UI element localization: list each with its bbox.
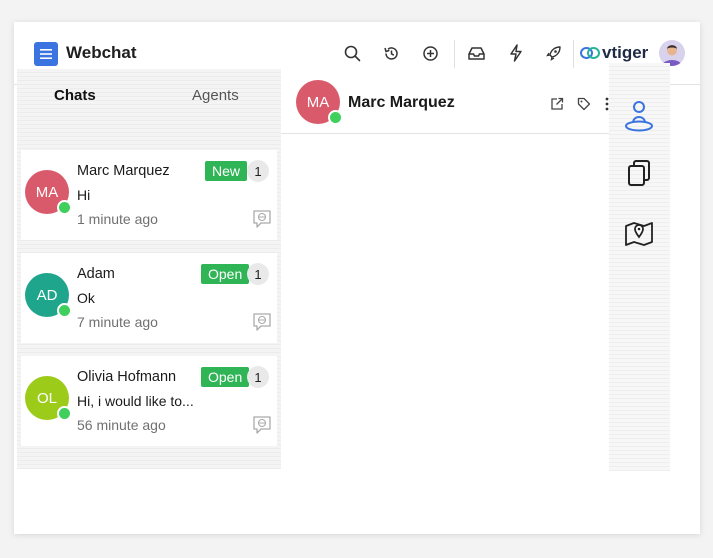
web-chat-icon xyxy=(252,312,272,332)
message-time: 1 minute ago xyxy=(77,211,158,227)
conversation-avatar: MA xyxy=(296,80,343,125)
online-indicator xyxy=(57,406,72,421)
inbox-icon[interactable] xyxy=(464,41,488,65)
message-time: 56 minute ago xyxy=(77,417,166,433)
last-message: Hi, i would like to... xyxy=(77,393,194,409)
last-message: Ok xyxy=(77,290,95,306)
search-icon[interactable] xyxy=(340,41,364,65)
history-icon[interactable] xyxy=(379,41,403,65)
flash-icon[interactable] xyxy=(504,41,528,65)
conversation-contact-name: Marc Marquez xyxy=(348,94,455,111)
open-external-icon[interactable] xyxy=(549,96,565,112)
contact-name: Adam xyxy=(77,266,115,282)
online-indicator xyxy=(57,303,72,318)
avatar-initials: MA xyxy=(306,93,330,111)
online-indicator xyxy=(57,200,72,215)
conversation-header: MA Marc Marquez xyxy=(281,69,609,134)
web-chat-icon xyxy=(252,415,272,435)
tab-chats[interactable]: Chats xyxy=(54,87,96,104)
contact-avatar: MA xyxy=(25,170,72,215)
status-badge: Open xyxy=(201,367,250,387)
right-sidebar xyxy=(609,63,670,471)
unread-count: 1 xyxy=(247,366,269,388)
avatar-initials: MA xyxy=(35,183,59,201)
chat-item[interactable]: AD Adam Ok 7 minute ago Open 1 xyxy=(21,253,277,343)
unread-count: 1 xyxy=(247,263,269,285)
message-time: 7 minute ago xyxy=(77,314,158,330)
rocket-icon[interactable] xyxy=(541,41,565,65)
web-chat-icon xyxy=(252,209,272,229)
status-badge: Open xyxy=(201,264,250,284)
last-message: Hi xyxy=(77,187,91,203)
add-icon[interactable] xyxy=(418,41,442,65)
tag-icon[interactable] xyxy=(576,96,592,112)
toolbar-divider xyxy=(454,40,455,68)
documents-icon[interactable] xyxy=(623,156,655,190)
brand-name: vtiger xyxy=(602,43,649,62)
menu-icon[interactable] xyxy=(34,42,58,66)
avatar-initials: AD xyxy=(36,286,58,304)
contact-icon[interactable] xyxy=(623,99,655,133)
status-badge: New xyxy=(205,161,248,181)
conversation-panel: MA Marc Marquez xyxy=(281,69,609,509)
chat-list-panel: Chats Agents MA Marc Marquez Hi 1 minute… xyxy=(17,69,281,469)
online-indicator xyxy=(328,110,343,125)
toolbar-divider xyxy=(573,40,574,68)
unread-count: 1 xyxy=(247,160,269,182)
tab-agents[interactable]: Agents xyxy=(192,87,239,104)
chat-item[interactable]: MA Marc Marquez Hi 1 minute ago New 1 xyxy=(21,150,277,240)
contact-name: Marc Marquez xyxy=(77,163,170,179)
avatar-initials: OL xyxy=(36,389,57,407)
app-title: Webchat xyxy=(66,43,137,62)
chat-tabs: Chats Agents xyxy=(17,69,281,123)
contact-name: Olivia Hofmann xyxy=(77,369,177,385)
contact-avatar: AD xyxy=(25,273,72,318)
contact-avatar: OL xyxy=(25,376,72,421)
chat-item[interactable]: OL Olivia Hofmann Hi, i would like to...… xyxy=(21,356,277,446)
map-icon[interactable] xyxy=(623,215,655,249)
